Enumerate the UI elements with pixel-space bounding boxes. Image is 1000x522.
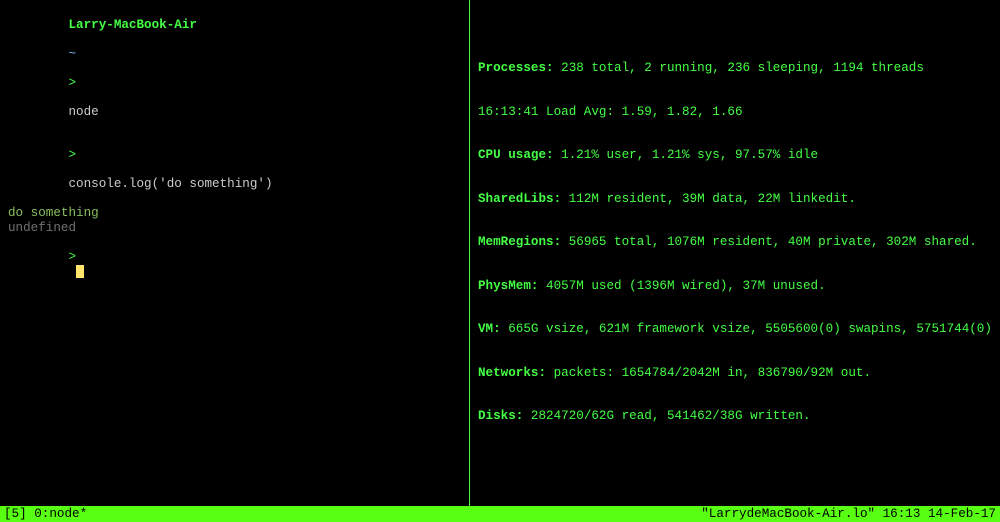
cursor-block-icon [76,265,84,278]
label-memregions: MemRegions: [478,235,561,249]
left-pane-node-repl[interactable]: Larry-MacBook-Air ~ > node > console.log… [0,0,470,506]
repl-output: do something [8,206,461,221]
hostname: Larry-MacBook-Air [68,18,196,32]
repl-cursor-line[interactable]: > [8,235,461,293]
shell-command: node [68,105,98,119]
repl-undefined: undefined [8,221,461,236]
repl-prompt: > [68,148,76,162]
terminal-screen: Larry-MacBook-Air ~ > node > console.log… [0,0,1000,522]
shell-prompt-line: Larry-MacBook-Air ~ > node [8,3,461,134]
load-avg: 16:13:41 Load Avg: 1.59, 1.82, 1.66 [478,105,996,120]
tmux-status-bar[interactable]: [5] 0:node* "LarrydeMacBook-Air.lo" 16:1… [0,506,1000,522]
prompt-caret: > [68,76,76,90]
top-summary: Processes: 238 total, 2 running, 236 sle… [478,32,996,453]
tmux-panes: Larry-MacBook-Air ~ > node > console.log… [0,0,1000,506]
label-networks: Networks: [478,366,546,380]
label-sharedlibs: SharedLibs: [478,192,561,206]
repl-line: > console.log('do something') [8,134,461,207]
status-right: "LarrydeMacBook-Air.lo" 16:13 14-Feb-17 [701,507,996,522]
label-processes: Processes: [478,61,554,75]
repl-prompt-2: > [68,250,76,264]
label-physmem: PhysMem: [478,279,538,293]
label-cpu: CPU usage: [478,148,554,162]
right-pane-top[interactable]: Processes: 238 total, 2 running, 236 sle… [470,0,1000,506]
label-vm: VM: [478,322,501,336]
repl-input: console.log('do something') [68,177,272,191]
cwd-tilde: ~ [68,47,76,61]
label-disks: Disks: [478,409,523,423]
status-left: [5] 0:node* [4,507,87,522]
